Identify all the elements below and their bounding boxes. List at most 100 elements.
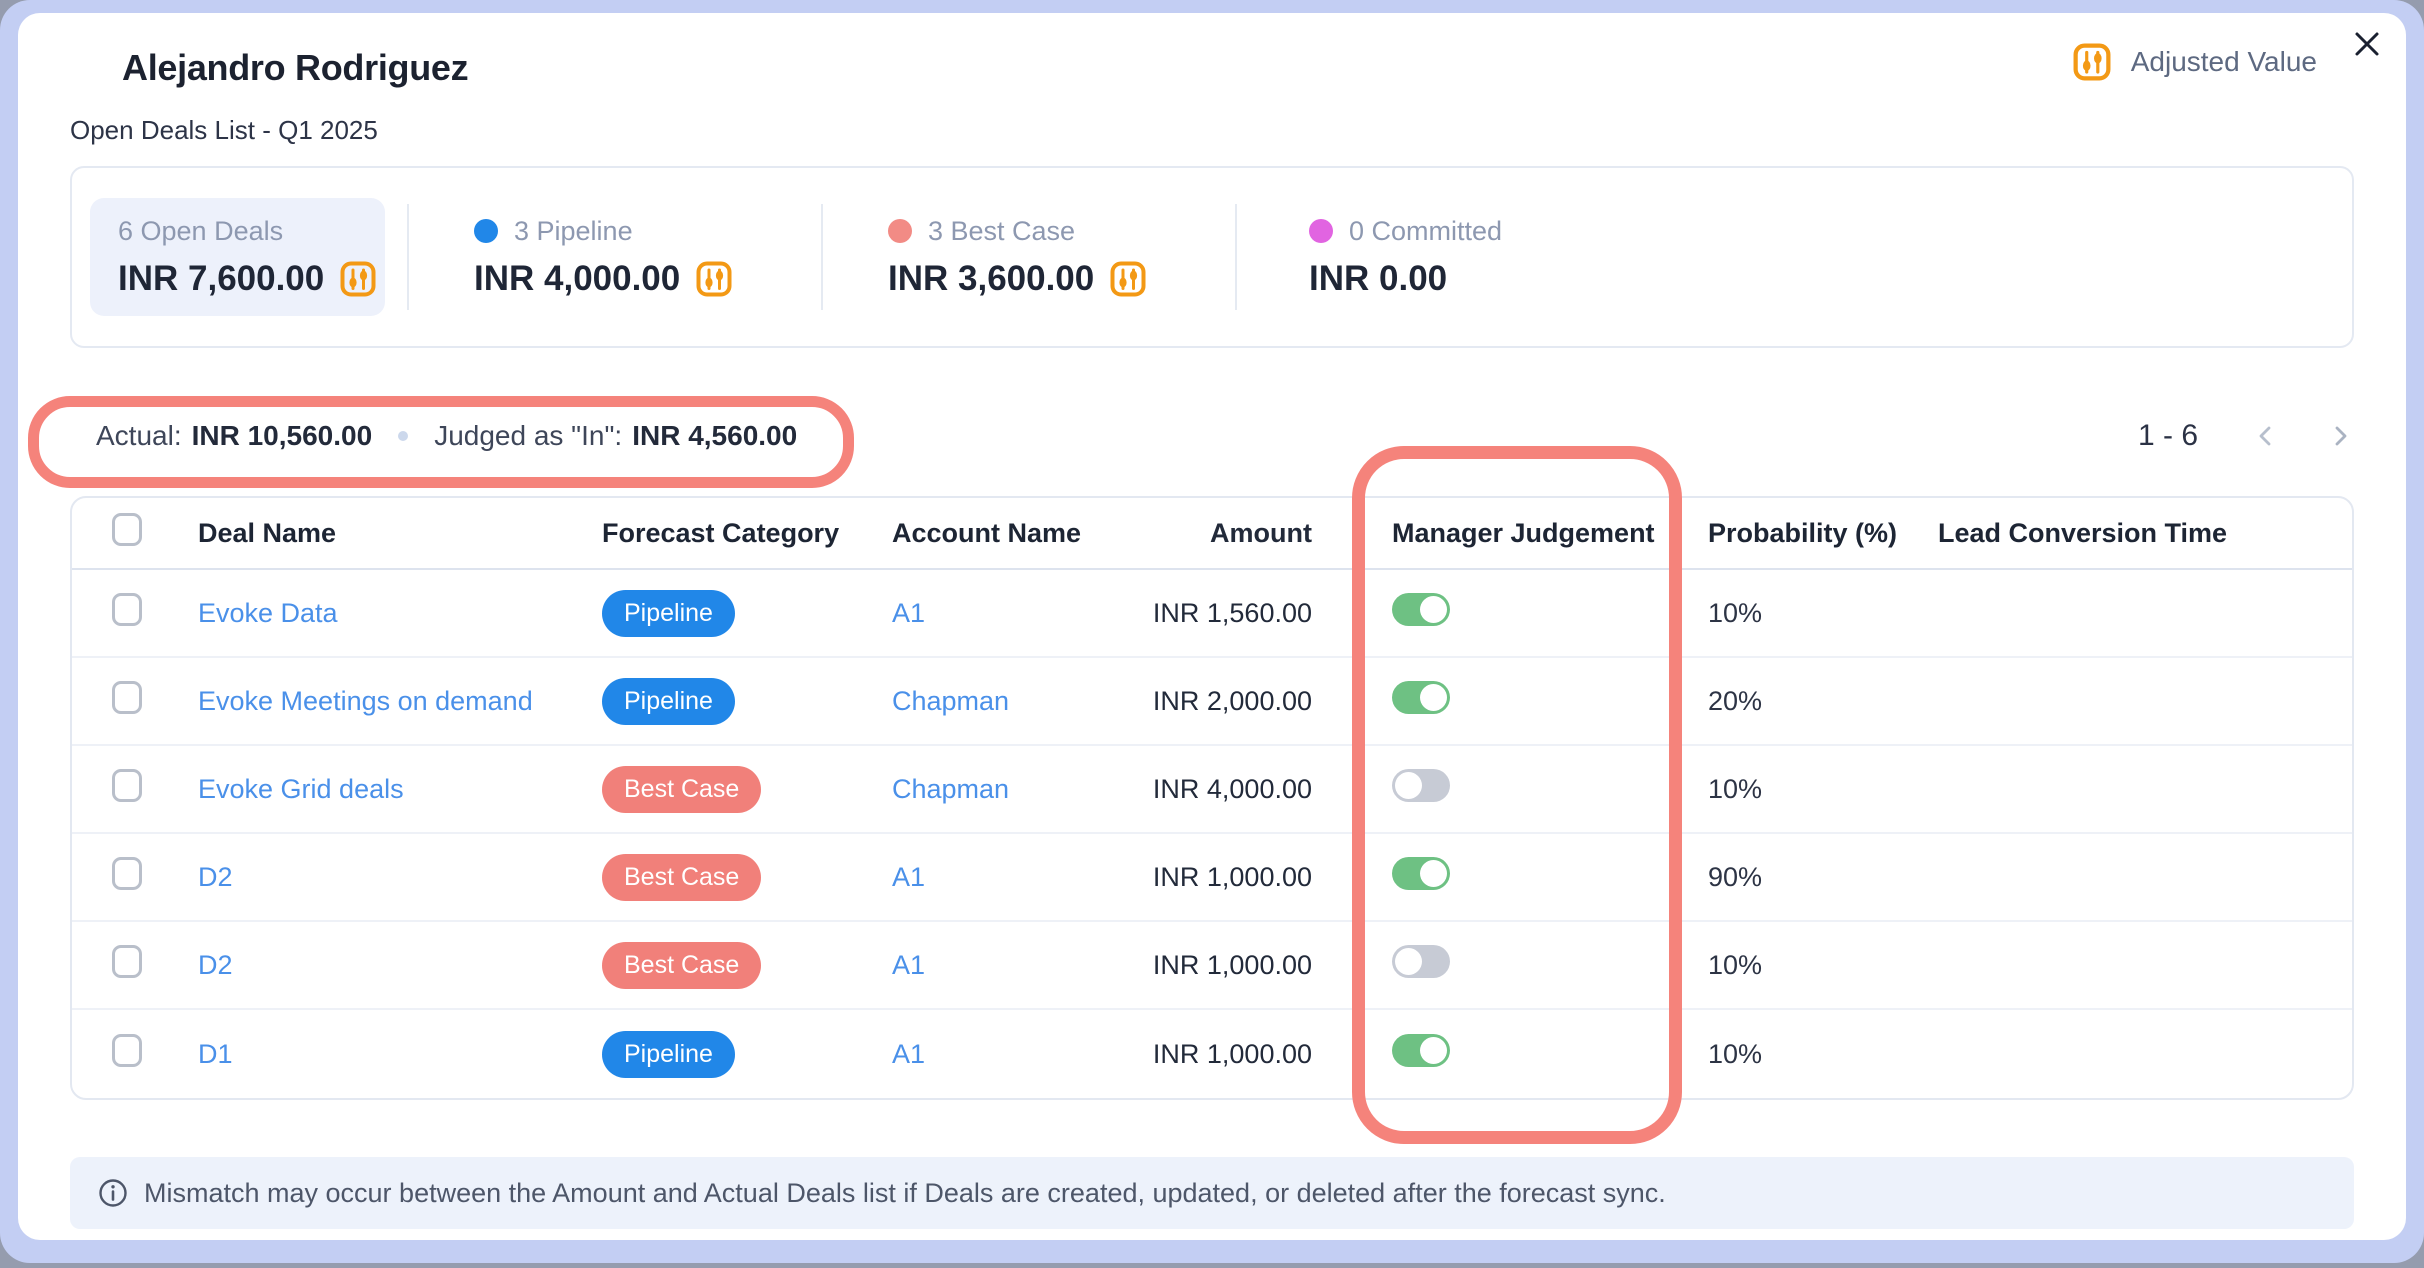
pagination: 1 - 6 [2138, 419, 2354, 453]
screen: Adjusted Value Alejandro Rodriguez Open … [0, 0, 2424, 1268]
deals-table: Deal Name Forecast Category Account Name… [70, 496, 2354, 1100]
forecast-category-badge: Pipeline [602, 678, 735, 725]
probability-cell: 90% [1708, 862, 1938, 893]
row-checkbox[interactable] [112, 769, 142, 802]
table-row: D2 Best Case A1 INR 1,000.00 90% [72, 834, 2352, 922]
close-button[interactable] [2344, 21, 2390, 67]
manager-judgement-toggle[interactable] [1392, 945, 1450, 978]
deal-name-link[interactable]: D1 [198, 1039, 233, 1069]
stat-value: INR 3,600.00 [888, 259, 1094, 299]
row-checkbox[interactable] [112, 1034, 142, 1067]
probability-cell: 10% [1708, 950, 1938, 981]
judged-value: INR 4,560.00 [632, 420, 797, 452]
forecast-category-badge: Best Case [602, 766, 761, 813]
amount-cell: INR 1,560.00 [1112, 598, 1312, 629]
actual-label: Actual: [96, 420, 182, 452]
adjusted-value-icon [340, 261, 376, 297]
deal-name-link[interactable]: Evoke Meetings on demand [198, 686, 533, 716]
pipeline-dot-icon [474, 219, 498, 243]
manager-judgement-toggle[interactable] [1392, 593, 1450, 626]
deal-name-link[interactable]: Evoke Grid deals [198, 774, 404, 804]
best-case-dot-icon [888, 219, 912, 243]
stat-committed[interactable]: 0 Committed INR 0.00 [1237, 216, 1502, 299]
actual-value: INR 10,560.00 [192, 420, 373, 452]
forecast-category-badge: Pipeline [602, 1031, 735, 1078]
mismatch-note: Mismatch may occur between the Amount an… [70, 1157, 2354, 1229]
account-name-link[interactable]: A1 [892, 862, 925, 892]
stat-pipeline[interactable]: 3 Pipeline INR 4,000.00 [409, 216, 821, 299]
adjusted-value-icon [2073, 43, 2111, 81]
account-name-link[interactable]: A1 [892, 950, 925, 980]
table-row: D2 Best Case A1 INR 1,000.00 10% [72, 922, 2352, 1010]
info-icon [98, 1178, 128, 1208]
probability-cell: 10% [1708, 774, 1938, 805]
row-checkbox[interactable] [112, 857, 142, 890]
chevron-right-icon [2326, 422, 2354, 450]
pagination-range: 1 - 6 [2138, 419, 2198, 453]
manager-judgement-toggle[interactable] [1392, 769, 1450, 802]
amount-cell: INR 2,000.00 [1112, 686, 1312, 717]
account-name-link[interactable]: Chapman [892, 686, 1009, 716]
stat-label: 3 Pipeline [514, 216, 633, 247]
stat-value: INR 4,000.00 [474, 259, 680, 299]
select-all-checkbox[interactable] [112, 513, 142, 546]
forecast-category-badge: Best Case [602, 854, 761, 901]
deal-name-link[interactable]: Evoke Data [198, 598, 338, 628]
table-row: Evoke Data Pipeline A1 INR 1,560.00 10% [72, 570, 2352, 658]
row-checkbox[interactable] [112, 593, 142, 626]
column-header-forecast-category: Forecast Category [602, 518, 892, 549]
table-row: Evoke Grid deals Best Case Chapman INR 4… [72, 746, 2352, 834]
amount-cell: INR 4,000.00 [1112, 774, 1312, 805]
deal-name-link[interactable]: D2 [198, 862, 233, 892]
toggle-knob [1420, 596, 1447, 623]
table-header-row: Deal Name Forecast Category Account Name… [72, 498, 2352, 570]
column-header-manager-judgement: Manager Judgement [1312, 518, 1708, 549]
mismatch-note-text: Mismatch may occur between the Amount an… [144, 1178, 1666, 1209]
page-title: Alejandro Rodriguez [70, 47, 2336, 89]
next-page-button[interactable] [2326, 422, 2354, 450]
adjusted-value-icon [1110, 261, 1146, 297]
judged-label: Judged as "In": [434, 420, 622, 452]
previous-page-button[interactable] [2252, 422, 2280, 450]
committed-dot-icon [1309, 219, 1333, 243]
column-header-probability: Probability (%) [1708, 518, 1938, 549]
amount-cell: INR 1,000.00 [1112, 862, 1312, 893]
stat-value: INR 7,600.00 [118, 259, 324, 299]
adjusted-value-icon [696, 261, 732, 297]
stat-label: 3 Best Case [928, 216, 1075, 247]
amount-cell: INR 1,000.00 [1112, 1039, 1312, 1070]
table-row: D1 Pipeline A1 INR 1,000.00 10% [72, 1010, 2352, 1098]
adjusted-value-legend: Adjusted Value [2073, 43, 2317, 81]
stat-open-deals[interactable]: 6 Open Deals INR 7,600.00 [90, 198, 385, 316]
amount-cell: INR 1,000.00 [1112, 950, 1312, 981]
stat-label: 6 Open Deals [118, 216, 283, 247]
dot-separator [398, 431, 408, 441]
table-row: Evoke Meetings on demand Pipeline Chapma… [72, 658, 2352, 746]
summary-card: 6 Open Deals INR 7,600.00 3 Pipeline INR… [70, 166, 2354, 348]
stat-best-case[interactable]: 3 Best Case INR 3,600.00 [823, 216, 1235, 299]
column-header-deal-name: Deal Name [198, 518, 602, 549]
account-name-link[interactable]: A1 [892, 1039, 925, 1069]
toggle-knob [1395, 772, 1422, 799]
manager-judgement-toggle[interactable] [1392, 681, 1450, 714]
stat-value: INR 0.00 [1309, 259, 1447, 299]
toggle-knob [1420, 684, 1447, 711]
page-subtitle: Open Deals List - Q1 2025 [70, 115, 2354, 146]
close-icon [2350, 27, 2384, 61]
manager-judgement-toggle[interactable] [1392, 1034, 1450, 1067]
toggle-knob [1420, 1037, 1447, 1064]
chevron-left-icon [2252, 422, 2280, 450]
deal-name-link[interactable]: D2 [198, 950, 233, 980]
forecast-category-badge: Pipeline [602, 590, 735, 637]
manager-judgement-toggle[interactable] [1392, 857, 1450, 890]
row-checkbox[interactable] [112, 945, 142, 978]
row-checkbox[interactable] [112, 681, 142, 714]
probability-cell: 10% [1708, 598, 1938, 629]
column-header-lead-conversion-time: Lead Conversion Time [1938, 518, 2354, 549]
adjusted-value-label: Adjusted Value [2131, 46, 2317, 78]
account-name-link[interactable]: A1 [892, 598, 925, 628]
account-name-link[interactable]: Chapman [892, 774, 1009, 804]
column-header-account-name: Account Name [892, 518, 1112, 549]
column-header-amount: Amount [1112, 518, 1312, 549]
forecast-deals-modal: Adjusted Value Alejandro Rodriguez Open … [18, 13, 2406, 1240]
